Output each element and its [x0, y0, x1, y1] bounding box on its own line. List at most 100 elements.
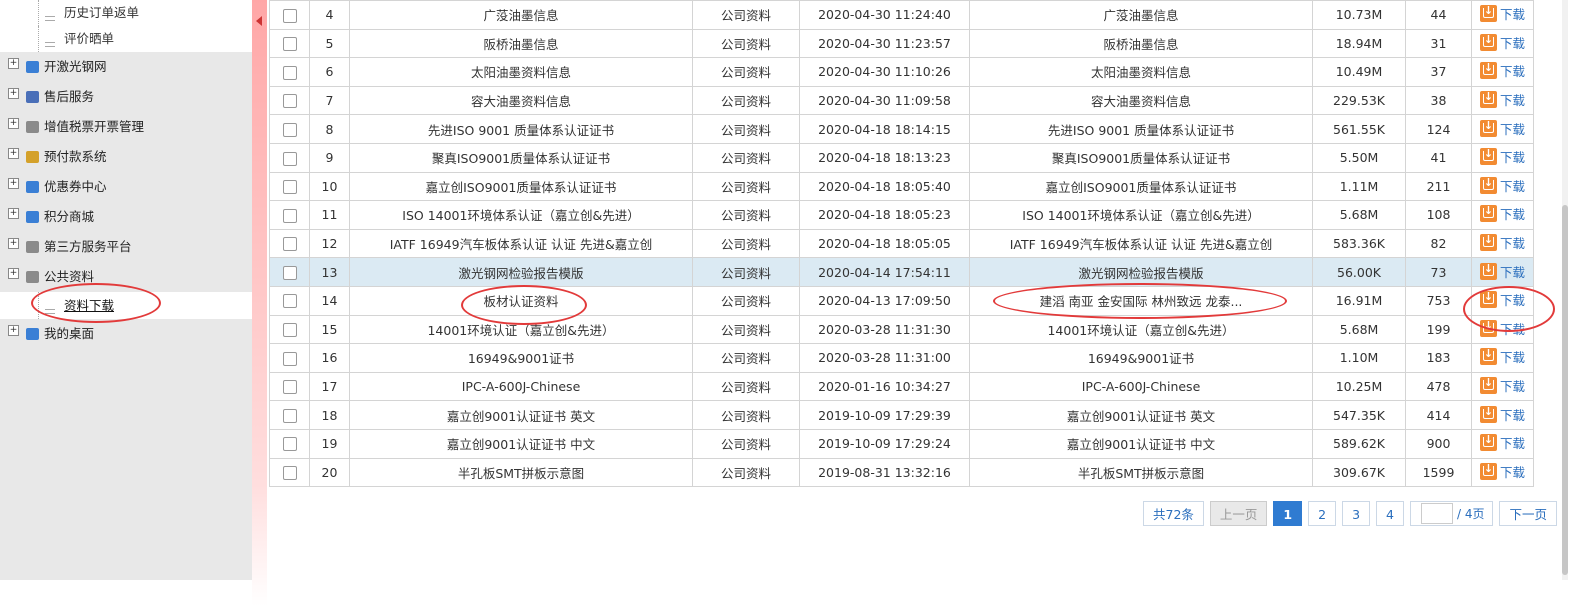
scrollbar-thumb[interactable]	[1562, 205, 1568, 575]
row-checkbox[interactable]	[282, 265, 297, 280]
table-row[interactable]: 13 激光钢网检验报告模版 公司资料 2020-04-14 17:54:11 激光钢网检…	[269, 257, 1534, 287]
page-jump-input[interactable]	[1420, 503, 1453, 524]
sidebar-item-2[interactable]: + 增值税票开票管理	[0, 112, 252, 142]
row-checkbox[interactable]	[282, 151, 297, 166]
download-count: 414	[1405, 400, 1472, 430]
prev-page-button[interactable]: 上一页	[1209, 501, 1268, 526]
tree-leaf-icon	[45, 16, 55, 21]
sidebar-item-3[interactable]: + 预付款系统	[0, 142, 252, 172]
download-button[interactable]: 下载	[1479, 90, 1525, 109]
next-page-button[interactable]: 下一页	[1499, 501, 1557, 526]
download-button[interactable]: 下载	[1479, 4, 1525, 23]
download-button[interactable]: 下载	[1479, 176, 1525, 195]
expand-plus-icon[interactable]: +	[8, 58, 19, 69]
file-size: 56.00K	[1312, 257, 1406, 287]
pagination: 共72条 上一页 1 2 3 4 / 4页 下一页	[1143, 501, 1557, 526]
row-checkbox[interactable]	[282, 65, 297, 80]
row-checkbox[interactable]	[282, 180, 297, 195]
download-button[interactable]: 下载	[1479, 33, 1525, 52]
download-button[interactable]: 下载	[1479, 376, 1525, 395]
vertical-scrollbar[interactable]	[1562, 0, 1568, 580]
table-row[interactable]: 4 广莈油墨信息 公司资料 2020-04-30 11:24:40 广莈油墨信息 10.7…	[269, 0, 1534, 30]
download-button[interactable]: 下载	[1479, 405, 1525, 424]
sidebar-item-desktop[interactable]: + 我的桌面	[0, 319, 252, 349]
download-button[interactable]: 下载	[1479, 262, 1525, 281]
sidebar-item-1[interactable]: + 售后服务	[0, 82, 252, 112]
row-checkbox[interactable]	[282, 122, 297, 137]
page-2-button[interactable]: 2	[1308, 501, 1337, 526]
expand-plus-icon[interactable]: +	[8, 118, 19, 129]
row-checkbox[interactable]	[282, 437, 297, 452]
sidebar-collapse-toggle[interactable]	[252, 0, 267, 606]
download-button[interactable]: 下载	[1479, 462, 1525, 481]
download-button[interactable]: 下载	[1479, 290, 1525, 309]
download-button[interactable]: 下载	[1479, 233, 1525, 252]
download-count: 37	[1405, 57, 1472, 87]
expand-plus-icon[interactable]: +	[8, 88, 19, 99]
row-select-cell	[269, 228, 310, 259]
row-checkbox[interactable]	[282, 237, 297, 252]
page-3-button[interactable]: 3	[1342, 501, 1371, 526]
table-row[interactable]: 6 太阳油墨资料信息 公司资料 2020-04-30 11:10:26 太阳油墨资料信息…	[269, 57, 1534, 87]
points-icon	[26, 211, 39, 223]
expand-plus-icon[interactable]: +	[8, 148, 19, 159]
table-row[interactable]: 7 容大油墨资料信息 公司资料 2020-04-30 11:09:58 容大油墨资料信息…	[269, 85, 1534, 116]
download-icon	[1479, 462, 1497, 480]
table-row[interactable]: 9 聚真ISO9001质量体系认证证书 公司资料 2020-04-18 18:13:2…	[269, 142, 1534, 173]
download-button[interactable]: 下载	[1479, 119, 1525, 138]
expand-plus-icon[interactable]: +	[8, 208, 19, 219]
table-row[interactable]: 10 嘉立创ISO9001质量体系认证证书 公司资料 2020-04-18 18:05…	[269, 171, 1534, 202]
download-button[interactable]: 下载	[1479, 433, 1525, 452]
table-row[interactable]: 16 16949&9001证书 公司资料 2020-03-28 11:31:00 169…	[269, 343, 1534, 373]
sidebar-item-7[interactable]: + 公共资料	[0, 262, 252, 292]
download-button[interactable]: 下载	[1479, 204, 1525, 223]
sidebar-item-0[interactable]: + 开激光钢网	[0, 52, 252, 82]
table-row[interactable]: 8 先进ISO 9001 质量体系认证证书 公司资料 2020-04-18 18:14…	[269, 114, 1534, 144]
sidebar-item-5[interactable]: + 积分商城	[0, 202, 252, 232]
download-count: 183	[1405, 343, 1472, 373]
table-row[interactable]: 14 板材认证资料 公司资料 2020-04-13 17:09:50 建滔 南亚 金安国…	[269, 285, 1534, 316]
row-checkbox[interactable]	[282, 466, 297, 481]
expand-plus-icon[interactable]: +	[8, 325, 19, 336]
row-checkbox[interactable]	[282, 351, 297, 366]
sidebar-subitem-reviews[interactable]: 评价晒单	[0, 26, 252, 52]
download-button[interactable]: 下载	[1479, 319, 1525, 338]
sidebar-subitem-history-orders[interactable]: 历史订单返单	[0, 0, 252, 26]
table-row[interactable]: 19 嘉立创9001认证证书 中文 公司资料 2019-10-09 17:29:24 嘉…	[269, 428, 1534, 459]
page-4-button[interactable]: 4	[1376, 501, 1404, 526]
download-button[interactable]: 下载	[1479, 347, 1525, 366]
row-checkbox[interactable]	[282, 294, 297, 309]
table-row[interactable]: 15 14001环境认证（嘉立创&先进） 公司资料 2020-03-28 11:31:…	[269, 314, 1534, 345]
download-count: 753	[1405, 285, 1472, 316]
sidebar-subitem-label: 资料下载	[64, 298, 115, 313]
expand-plus-icon[interactable]: +	[8, 178, 19, 189]
table-row[interactable]: 5 阪桥油墨信息 公司资料 2020-04-30 11:23:57 阪桥油墨信息 18.9…	[269, 28, 1534, 59]
expand-plus-icon[interactable]: +	[8, 238, 19, 249]
file-size: 1.10M	[1312, 343, 1406, 373]
download-button[interactable]: 下载	[1479, 61, 1525, 80]
row-checkbox[interactable]	[282, 37, 297, 52]
sidebar-subitem-downloads[interactable]: 资料下载	[0, 292, 252, 319]
download-button[interactable]: 下载	[1479, 147, 1525, 166]
row-select-cell	[269, 28, 310, 59]
expand-plus-icon[interactable]: +	[8, 268, 19, 279]
file-name: 嘉立创ISO9001质量体系认证证书	[349, 171, 693, 202]
file-description: 阪桥油墨信息	[969, 28, 1313, 59]
sidebar-item-4[interactable]: + 优惠券中心	[0, 172, 252, 202]
page-1-button[interactable]: 1	[1273, 501, 1303, 526]
row-checkbox[interactable]	[282, 380, 297, 395]
upload-time: 2020-01-16 10:34:27	[799, 371, 970, 402]
row-checkbox[interactable]	[282, 208, 297, 223]
table-row[interactable]: 20 半孔板SMT拼板示意图 公司资料 2019-08-31 13:32:16 半孔板S…	[269, 457, 1534, 488]
row-checkbox[interactable]	[282, 323, 297, 338]
table-row[interactable]: 18 嘉立创9001认证证书 英文 公司资料 2019-10-09 17:29:39 嘉…	[269, 400, 1534, 430]
upload-time: 2020-04-30 11:24:40	[799, 0, 970, 30]
row-checkbox[interactable]	[282, 8, 297, 23]
file-description: 太阳油墨资料信息	[969, 57, 1313, 87]
table-row[interactable]: 11 ISO 14001环境体系认证（嘉立创&先进） 公司资料 2020-04-18 …	[269, 200, 1534, 230]
table-row[interactable]: 12 IATF 16949汽车板体系认证 认证 先进&嘉立创 公司资料 2020-04…	[269, 228, 1534, 259]
row-checkbox[interactable]	[282, 408, 297, 423]
sidebar-item-6[interactable]: + 第三方服务平台	[0, 232, 252, 262]
table-row[interactable]: 17 IPC-A-600J-Chinese 公司资料 2020-01-16 10:34…	[269, 371, 1534, 402]
row-checkbox[interactable]	[282, 94, 297, 109]
